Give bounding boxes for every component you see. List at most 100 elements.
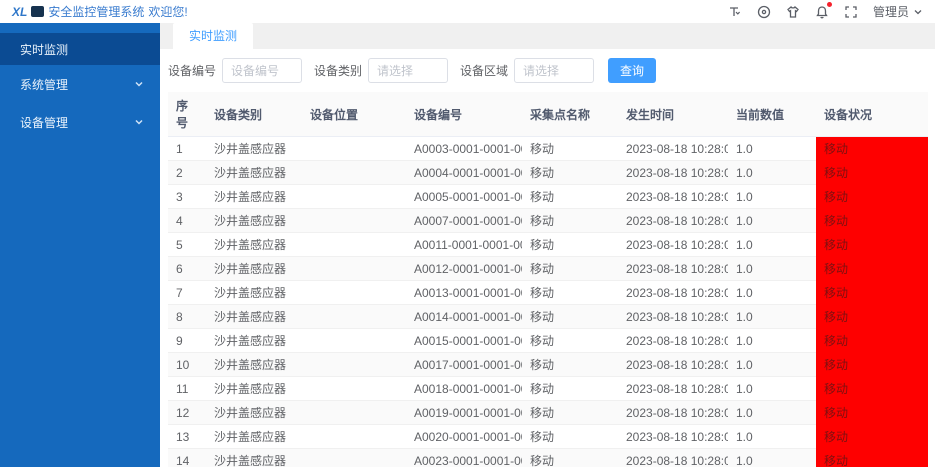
table-cell: [302, 401, 406, 425]
table-cell: [302, 257, 406, 281]
table-cell: 1.0: [728, 329, 816, 353]
notification-badge-dot: [827, 2, 832, 7]
device-status-cell: 移动: [816, 257, 928, 281]
table-cell: A0023-0001-0001-0001: [406, 449, 522, 467]
device-status-cell: 移动: [816, 353, 928, 377]
device-number-label: 设备编号: [168, 62, 216, 79]
user-dropdown[interactable]: 管理员: [873, 3, 923, 20]
sidebar-item-label: 实时监测: [20, 41, 68, 58]
table-cell: 沙井盖感应器: [206, 161, 302, 185]
sidebar: 实时监测 系统管理 设备管理: [0, 23, 160, 467]
bell-icon[interactable]: [815, 4, 830, 19]
logo-mark-icon: [31, 6, 44, 17]
table-cell: 14: [168, 449, 206, 467]
sidebar-item-device-management[interactable]: 设备管理: [0, 103, 160, 141]
column-header: 设备类别: [206, 92, 302, 137]
filter-bar: 设备编号 设备类别 设备区域 查询: [168, 49, 927, 92]
table-cell: [302, 209, 406, 233]
top-header: XL 安全监控管理系统 欢迎您! 管理员: [0, 0, 935, 23]
table-cell: 11: [168, 377, 206, 401]
table-cell: 2023-08-18 10:28:07: [618, 353, 728, 377]
tab-bar: 实时监测: [160, 23, 935, 49]
device-table: 序号设备类别设备位置设备编号采集点名称发生时间当前数值设备状况 1沙井盖感应器A…: [168, 92, 928, 467]
table-cell: 1.0: [728, 305, 816, 329]
column-header: 当前数值: [728, 92, 816, 137]
table-cell: 移动: [522, 161, 618, 185]
table-cell: 2023-08-18 10:28:07: [618, 449, 728, 467]
table-cell: [302, 281, 406, 305]
font-size-icon[interactable]: [728, 4, 743, 19]
table-cell: 1.0: [728, 353, 816, 377]
table-cell: 2: [168, 161, 206, 185]
brand-text: XL: [12, 5, 27, 19]
table-cell: 2023-08-18 10:28:07: [618, 233, 728, 257]
table-cell: A0011-0001-0001-0001: [406, 233, 522, 257]
device-status-cell: 移动: [816, 209, 928, 233]
device-status-cell: 移动: [816, 401, 928, 425]
table-cell: 2023-08-18 10:28:07: [618, 401, 728, 425]
device-status-cell: 移动: [816, 329, 928, 353]
table-row: 13沙井盖感应器A0020-0001-0001-0001移动2023-08-18…: [168, 425, 928, 449]
table-cell: 沙井盖感应器: [206, 449, 302, 467]
table-row: 6沙井盖感应器A0012-0001-0001-0001移动2023-08-18 …: [168, 257, 928, 281]
theme-icon[interactable]: [786, 4, 801, 19]
table-cell: 移动: [522, 329, 618, 353]
column-header: 设备位置: [302, 92, 406, 137]
main-panel: 设备编号 设备类别 设备区域 查询 序号设备类别设备位置设备编号采集点名称发生时…: [160, 49, 935, 467]
fullscreen-icon[interactable]: [844, 4, 859, 19]
app-title: 安全监控管理系统: [48, 3, 144, 20]
table-cell: 移动: [522, 185, 618, 209]
table-cell: 8: [168, 305, 206, 329]
sidebar-item-realtime-monitor[interactable]: 实时监测: [0, 33, 160, 65]
table-cell: 6: [168, 257, 206, 281]
content-area: 实时监测 设备编号 设备类别 设备区域 查询 序号设备类别设备位置设备: [160, 23, 935, 467]
device-status-cell: 移动: [816, 305, 928, 329]
table-cell: 1: [168, 137, 206, 161]
table-row: 5沙井盖感应器A0011-0001-0001-0001移动2023-08-18 …: [168, 233, 928, 257]
table-cell: 1.0: [728, 257, 816, 281]
table-cell: 移动: [522, 305, 618, 329]
column-header: 发生时间: [618, 92, 728, 137]
device-category-select[interactable]: [368, 58, 448, 83]
table-cell: 移动: [522, 281, 618, 305]
table-cell: 3: [168, 185, 206, 209]
table-cell: 2023-08-18 10:28:07: [618, 329, 728, 353]
device-number-input[interactable]: [222, 58, 302, 83]
table-cell: 沙井盖感应器: [206, 425, 302, 449]
table-header-row: 序号设备类别设备位置设备编号采集点名称发生时间当前数值设备状况: [168, 92, 928, 137]
table-cell: 9: [168, 329, 206, 353]
table-cell: 2023-08-18 10:28:07: [618, 281, 728, 305]
table-cell: 移动: [522, 449, 618, 467]
table-body: 1沙井盖感应器A0003-0001-0001-0001移动2023-08-18 …: [168, 137, 928, 467]
table-cell: A0020-0001-0001-0001: [406, 425, 522, 449]
table-cell: 10: [168, 353, 206, 377]
device-area-select[interactable]: [514, 58, 594, 83]
table-cell: [302, 353, 406, 377]
table-cell: 沙井盖感应器: [206, 329, 302, 353]
table-cell: 移动: [522, 425, 618, 449]
device-status-cell: 移动: [816, 137, 928, 161]
device-status-cell: 移动: [816, 425, 928, 449]
column-header: 序号: [168, 92, 206, 137]
device-category-label: 设备类别: [314, 62, 362, 79]
table-row: 14沙井盖感应器 A0023-0001-0001-0001移动2023-08-18…: [168, 449, 928, 467]
table-cell: [302, 137, 406, 161]
search-button[interactable]: 查询: [608, 58, 656, 83]
table-cell: 1.0: [728, 185, 816, 209]
table-cell: 沙井盖感应器: [206, 233, 302, 257]
table-cell: A0018-0001-0001-0001: [406, 377, 522, 401]
table-row: 11沙井盖感应器A0018-0001-0001-0001移动2023-08-18…: [168, 377, 928, 401]
table-cell: A0003-0001-0001-0001: [406, 137, 522, 161]
table-cell: A0015-0001-0001-0001: [406, 329, 522, 353]
table-cell: 沙井盖感应器: [206, 353, 302, 377]
sidebar-item-system-management[interactable]: 系统管理: [0, 65, 160, 103]
device-status-cell: 移动: [816, 233, 928, 257]
table-cell: 2023-08-18 10:28:07: [618, 137, 728, 161]
table-cell: 2023-08-18 10:28:07: [618, 377, 728, 401]
table-cell: [302, 425, 406, 449]
table-cell: 1.0: [728, 449, 816, 467]
tab-realtime-monitor[interactable]: 实时监测: [173, 23, 253, 49]
header-toolbar: 管理员: [728, 3, 923, 20]
help-icon[interactable]: [757, 4, 772, 19]
table-cell: 沙井盖感应器: [206, 377, 302, 401]
